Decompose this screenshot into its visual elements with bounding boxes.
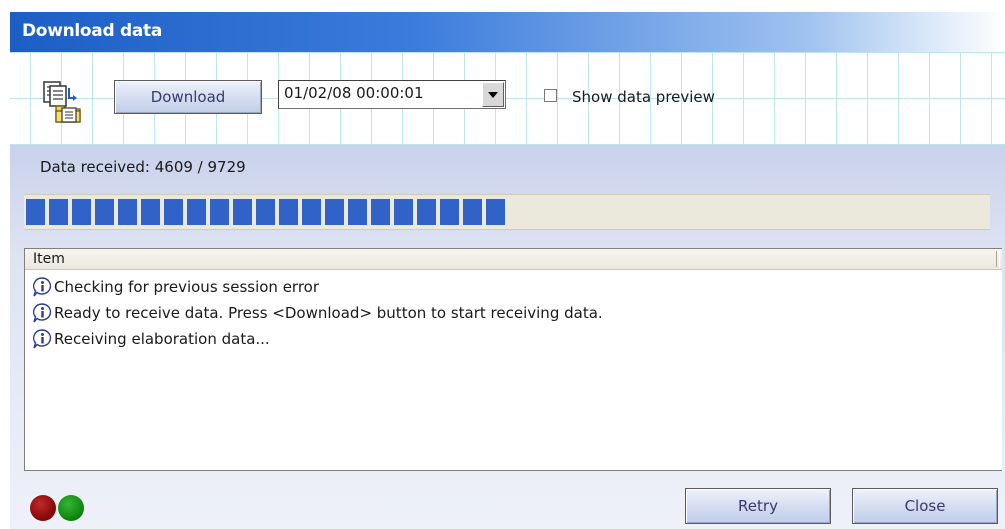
show-data-preview-checkbox[interactable]: [544, 89, 557, 102]
log-entry-text: Checking for previous session error: [54, 278, 320, 296]
status-green-icon: [58, 495, 84, 521]
retry-button[interactable]: Retry: [685, 488, 831, 524]
log-column-header-label: Item: [33, 251, 65, 267]
start-date-value: 01/02/08 00:00:01: [284, 84, 424, 102]
show-data-preview-label[interactable]: Show data preview: [572, 88, 715, 106]
chevron-down-icon: [488, 92, 498, 98]
close-button[interactable]: Close: [852, 488, 998, 524]
download-files-icon: [43, 81, 81, 123]
window-title: Download data: [22, 21, 163, 41]
download-data-window: Download data Download 01/02/08 00:00:01…: [0, 0, 1005, 529]
start-date-select[interactable]: 01/02/08 00:00:01: [278, 80, 506, 109]
title-bar[interactable]: Download data: [10, 12, 1005, 52]
progress-fill: [26, 199, 505, 225]
log-list[interactable]: Item Checking for previous session error: [24, 248, 1002, 471]
download-progress-bar: [24, 194, 990, 230]
info-icon: [32, 329, 52, 349]
column-separator[interactable]: [996, 251, 1000, 267]
data-received-label: Data received: 4609 / 9729: [40, 158, 246, 176]
toolbar: Download 01/02/08 00:00:01 Show data pre…: [10, 52, 1005, 145]
download-button[interactable]: Download: [114, 80, 262, 114]
log-entry-text: Receiving elaboration data...: [54, 330, 270, 348]
log-entry-text: Ready to receive data. Press <Download> …: [54, 304, 603, 322]
info-icon: [32, 303, 52, 323]
log-column-header[interactable]: Item: [25, 249, 1002, 270]
info-icon: [32, 277, 52, 297]
date-dropdown-button[interactable]: [482, 82, 504, 107]
status-red-icon: [30, 495, 56, 521]
download-panel: Data received: 4609 / 9729 Item Checking…: [10, 145, 1005, 529]
